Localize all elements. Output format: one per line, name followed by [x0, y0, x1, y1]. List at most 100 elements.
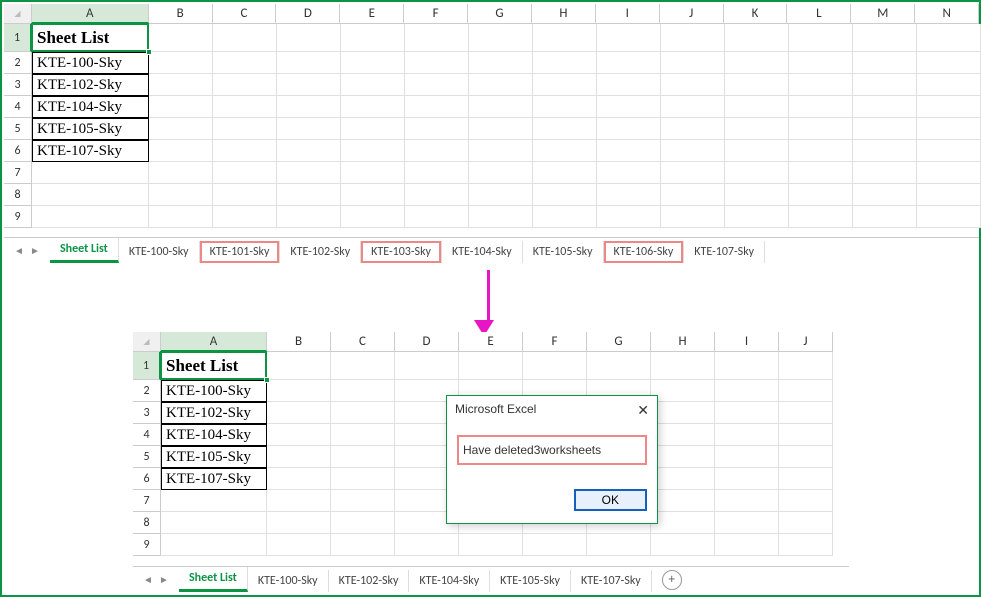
cell[interactable] — [651, 402, 715, 424]
cell[interactable] — [277, 24, 341, 52]
cell[interactable] — [523, 352, 587, 380]
cell[interactable] — [213, 52, 277, 74]
cell[interactable] — [725, 184, 789, 206]
cell[interactable] — [469, 140, 533, 162]
cell[interactable] — [715, 402, 779, 424]
cell[interactable] — [213, 162, 277, 184]
fill-handle[interactable] — [146, 49, 152, 55]
cell[interactable] — [789, 96, 853, 118]
cell[interactable] — [523, 534, 587, 556]
cell[interactable] — [405, 206, 469, 228]
cell[interactable] — [469, 206, 533, 228]
column-header[interactable]: F — [404, 4, 468, 24]
sheet-tab[interactable]: KTE-106-Sky — [604, 241, 685, 263]
cell[interactable]: KTE-107-Sky — [32, 140, 149, 162]
cell[interactable]: KTE-102-Sky — [161, 402, 267, 424]
cell[interactable] — [779, 380, 833, 402]
select-all-corner[interactable]: ◢ — [133, 332, 161, 352]
cell[interactable] — [405, 184, 469, 206]
cell[interactable] — [331, 534, 395, 556]
cell[interactable] — [161, 534, 267, 556]
cell[interactable] — [597, 96, 661, 118]
ok-button[interactable]: OK — [574, 489, 647, 511]
cell[interactable] — [651, 468, 715, 490]
cell[interactable] — [661, 74, 725, 96]
sheet-tab[interactable]: KTE-102-Sky — [329, 570, 410, 592]
cell[interactable] — [533, 184, 597, 206]
cell[interactable] — [779, 468, 833, 490]
column-header[interactable]: G — [587, 332, 651, 352]
cell[interactable] — [917, 162, 981, 184]
cell[interactable] — [277, 140, 341, 162]
sheet-tab[interactable]: KTE-102-Sky — [280, 241, 361, 263]
cell[interactable] — [149, 206, 213, 228]
cell[interactable] — [32, 162, 149, 184]
cell[interactable] — [32, 206, 149, 228]
row-header[interactable]: 1 — [4, 24, 32, 52]
cell[interactable] — [651, 424, 715, 446]
close-icon[interactable]: ✕ — [637, 402, 649, 419]
cell[interactable] — [267, 402, 331, 424]
cell[interactable]: KTE-100-Sky — [32, 52, 149, 74]
row-header[interactable]: 2 — [133, 380, 161, 402]
row-header[interactable]: 4 — [133, 424, 161, 446]
cell[interactable] — [341, 206, 405, 228]
cell[interactable] — [725, 162, 789, 184]
sheet-tab[interactable]: KTE-104-Sky — [442, 241, 523, 263]
cell[interactable] — [725, 118, 789, 140]
cell[interactable] — [341, 184, 405, 206]
cell[interactable] — [405, 140, 469, 162]
cell[interactable] — [459, 534, 523, 556]
row-header[interactable]: 5 — [4, 118, 32, 140]
cell[interactable] — [149, 74, 213, 96]
row-header[interactable]: 9 — [4, 206, 32, 228]
row-header[interactable]: 3 — [4, 74, 32, 96]
cell[interactable] — [715, 446, 779, 468]
cell[interactable] — [789, 74, 853, 96]
cell[interactable] — [587, 534, 651, 556]
column-header[interactable]: H — [532, 4, 596, 24]
cell[interactable] — [533, 162, 597, 184]
cell[interactable] — [331, 468, 395, 490]
cell[interactable] — [341, 118, 405, 140]
cell[interactable] — [597, 24, 661, 52]
cell[interactable] — [715, 490, 779, 512]
tab-nav-next-icon[interactable]: ► — [28, 244, 42, 258]
row-header[interactable]: 4 — [4, 96, 32, 118]
cell[interactable] — [469, 52, 533, 74]
cell[interactable] — [651, 534, 715, 556]
cell[interactable]: KTE-105-Sky — [32, 118, 149, 140]
cell[interactable] — [597, 140, 661, 162]
cell[interactable] — [853, 52, 917, 74]
row-header[interactable]: 5 — [133, 446, 161, 468]
sheet-tab[interactable]: KTE-103-Sky — [361, 241, 442, 263]
cell[interactable] — [213, 118, 277, 140]
cell[interactable] — [917, 24, 981, 52]
cell[interactable] — [661, 206, 725, 228]
cell[interactable] — [277, 74, 341, 96]
cell[interactable] — [277, 206, 341, 228]
cell[interactable] — [725, 140, 789, 162]
cell[interactable] — [853, 206, 917, 228]
column-header[interactable]: E — [340, 4, 404, 24]
row-header[interactable]: 7 — [133, 490, 161, 512]
cell[interactable] — [267, 380, 331, 402]
cell[interactable] — [853, 184, 917, 206]
sheet-tab[interactable]: KTE-107-Sky — [684, 241, 765, 263]
cell[interactable] — [789, 140, 853, 162]
cell[interactable] — [917, 96, 981, 118]
cell[interactable] — [597, 52, 661, 74]
row-header[interactable]: 2 — [4, 52, 32, 74]
cell[interactable] — [789, 162, 853, 184]
cell[interactable] — [853, 140, 917, 162]
cell[interactable] — [149, 184, 213, 206]
cell[interactable] — [341, 24, 405, 52]
column-header[interactable]: L — [787, 4, 851, 24]
cell[interactable] — [277, 52, 341, 74]
cell[interactable] — [469, 184, 533, 206]
column-header[interactable]: A — [161, 332, 267, 352]
cell[interactable] — [661, 184, 725, 206]
sheet-tab[interactable]: KTE-105-Sky — [523, 241, 604, 263]
cell[interactable] — [661, 24, 725, 52]
cell[interactable] — [267, 534, 331, 556]
